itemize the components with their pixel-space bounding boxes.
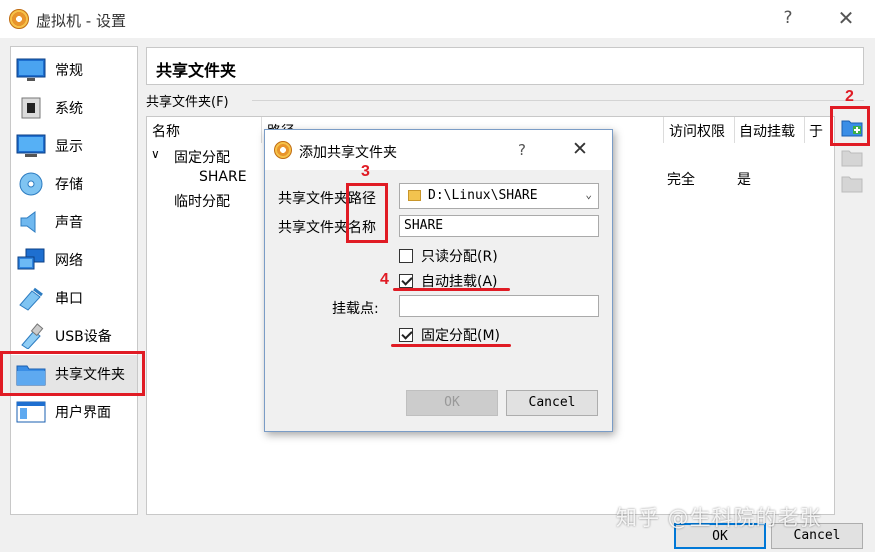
sidebar-item-general[interactable]: 常规 [11, 51, 137, 89]
general-icon [16, 58, 46, 81]
sidebar-item-usb[interactable]: USB设备 [11, 317, 137, 355]
annotation-step-3: 3 [361, 163, 370, 180]
column-header-automount[interactable]: 自动挂载 [739, 121, 795, 141]
storage-icon [19, 172, 43, 196]
annotation-step-2: 2 [845, 88, 854, 105]
annotation-highlight-shared-folders [0, 351, 145, 396]
sidebar-item-label: 显示 [55, 139, 83, 155]
dialog-help-button[interactable]: ? [518, 141, 526, 159]
sidebar-item-serial-port[interactable]: 串口 [11, 279, 137, 317]
folder-path-value: D:\Linux\SHARE [428, 188, 538, 203]
column-separator [804, 117, 805, 143]
column-header-name[interactable]: 名称 [152, 121, 180, 141]
folder-icon [408, 190, 421, 201]
permanent-option[interactable]: 固定分配(M) [399, 325, 500, 345]
dialog-close-button[interactable]: ✕ [572, 138, 588, 160]
table-row-share-access: 完全 [667, 172, 695, 188]
usb-icon [21, 323, 44, 349]
edit-folder-icon[interactable] [841, 147, 863, 167]
audio-icon [20, 211, 36, 233]
window-titlebar: 虚拟机 - 设置 ? ✕ [0, 0, 875, 38]
watermark: 知乎 @生科院的老张 [616, 506, 822, 530]
page-header: 共享文件夹 [146, 47, 864, 85]
sidebar-item-user-interface[interactable]: 用户界面 [11, 393, 137, 431]
network-icon [17, 248, 45, 270]
sidebar-item-system[interactable]: 系统 [11, 89, 137, 127]
dialog-title: 添加共享文件夹 [299, 145, 397, 161]
column-separator [261, 117, 262, 143]
sidebar-item-label: 系统 [55, 101, 83, 117]
virtualbox-app-icon [274, 141, 292, 159]
sidebar-item-label: 常规 [55, 63, 83, 79]
mount-point-input[interactable] [399, 295, 599, 317]
window-close-button[interactable]: ✕ [826, 6, 866, 30]
readonly-option[interactable]: 只读分配(R) [399, 246, 498, 266]
add-shared-folder-dialog: 添加共享文件夹 ? ✕ 共享文件夹路径 D:\Linux\SHARE ⌄ 共享文… [264, 129, 613, 432]
display-icon [16, 134, 46, 157]
annotation-highlight-labels [346, 183, 388, 243]
folder-name-input[interactable]: SHARE [399, 215, 599, 237]
readonly-checkbox[interactable] [399, 249, 413, 263]
sidebar-item-audio[interactable]: 声音 [11, 203, 137, 241]
readonly-label: 只读分配(R) [421, 249, 498, 265]
dialog-titlebar: 添加共享文件夹 ? ✕ [265, 130, 612, 170]
annotation-underline-automount [393, 288, 510, 291]
table-row-share-name[interactable]: SHARE [199, 169, 247, 185]
sidebar-item-display[interactable]: 显示 [11, 127, 137, 165]
sidebar-item-label: 网络 [55, 253, 83, 269]
sidebar-item-label: USB设备 [55, 329, 112, 345]
permanent-label: 固定分配(M) [421, 328, 501, 344]
group-temp[interactable]: 临时分配 [174, 191, 230, 211]
collapse-arrow-icon[interactable]: ∨ [151, 147, 160, 161]
page-title: 共享文件夹 [156, 61, 237, 80]
window-title: 虚拟机 - 设置 [36, 12, 126, 30]
dialog-cancel-button[interactable]: Cancel [506, 390, 598, 416]
serial-port-icon [19, 287, 43, 311]
settings-sidebar: 常规 系统 显示 存储 声音 网络 串口 USB设备 共享文件夹 用户界面 [10, 46, 138, 515]
section-label: 共享文件夹(F) [146, 95, 229, 110]
group-fixed[interactable]: 固定分配 [174, 147, 230, 167]
virtualbox-app-icon [9, 9, 29, 29]
sidebar-item-label: 声音 [55, 215, 83, 231]
automount-checkbox[interactable] [399, 274, 413, 288]
annotation-underline-permanent [391, 344, 511, 347]
annotation-step-4: 4 [380, 271, 389, 288]
permanent-checkbox[interactable] [399, 328, 413, 342]
column-separator [734, 117, 735, 143]
sidebar-item-network[interactable]: 网络 [11, 241, 137, 279]
sidebar-item-storage[interactable]: 存储 [11, 165, 137, 203]
table-row-share-automount: 是 [737, 172, 751, 188]
mount-point-label: 挂载点: [332, 301, 379, 317]
remove-folder-icon[interactable] [841, 173, 863, 193]
folder-path-select[interactable]: D:\Linux\SHARE ⌄ [399, 183, 599, 209]
sidebar-item-label: 用户界面 [55, 405, 111, 421]
column-header-at[interactable]: 于 [809, 121, 823, 141]
annotation-highlight-add-folder [830, 106, 870, 146]
section-divider [252, 100, 864, 101]
window-help-button[interactable]: ? [768, 8, 808, 28]
column-separator [663, 117, 664, 143]
chevron-down-icon[interactable]: ⌄ [585, 185, 592, 205]
system-icon [21, 97, 41, 119]
column-header-access[interactable]: 访问权限 [669, 121, 725, 141]
sidebar-item-label: 存储 [55, 177, 83, 193]
user-interface-icon [16, 401, 46, 423]
sidebar-item-label: 串口 [55, 291, 83, 307]
dialog-ok-button[interactable]: OK [406, 390, 498, 416]
